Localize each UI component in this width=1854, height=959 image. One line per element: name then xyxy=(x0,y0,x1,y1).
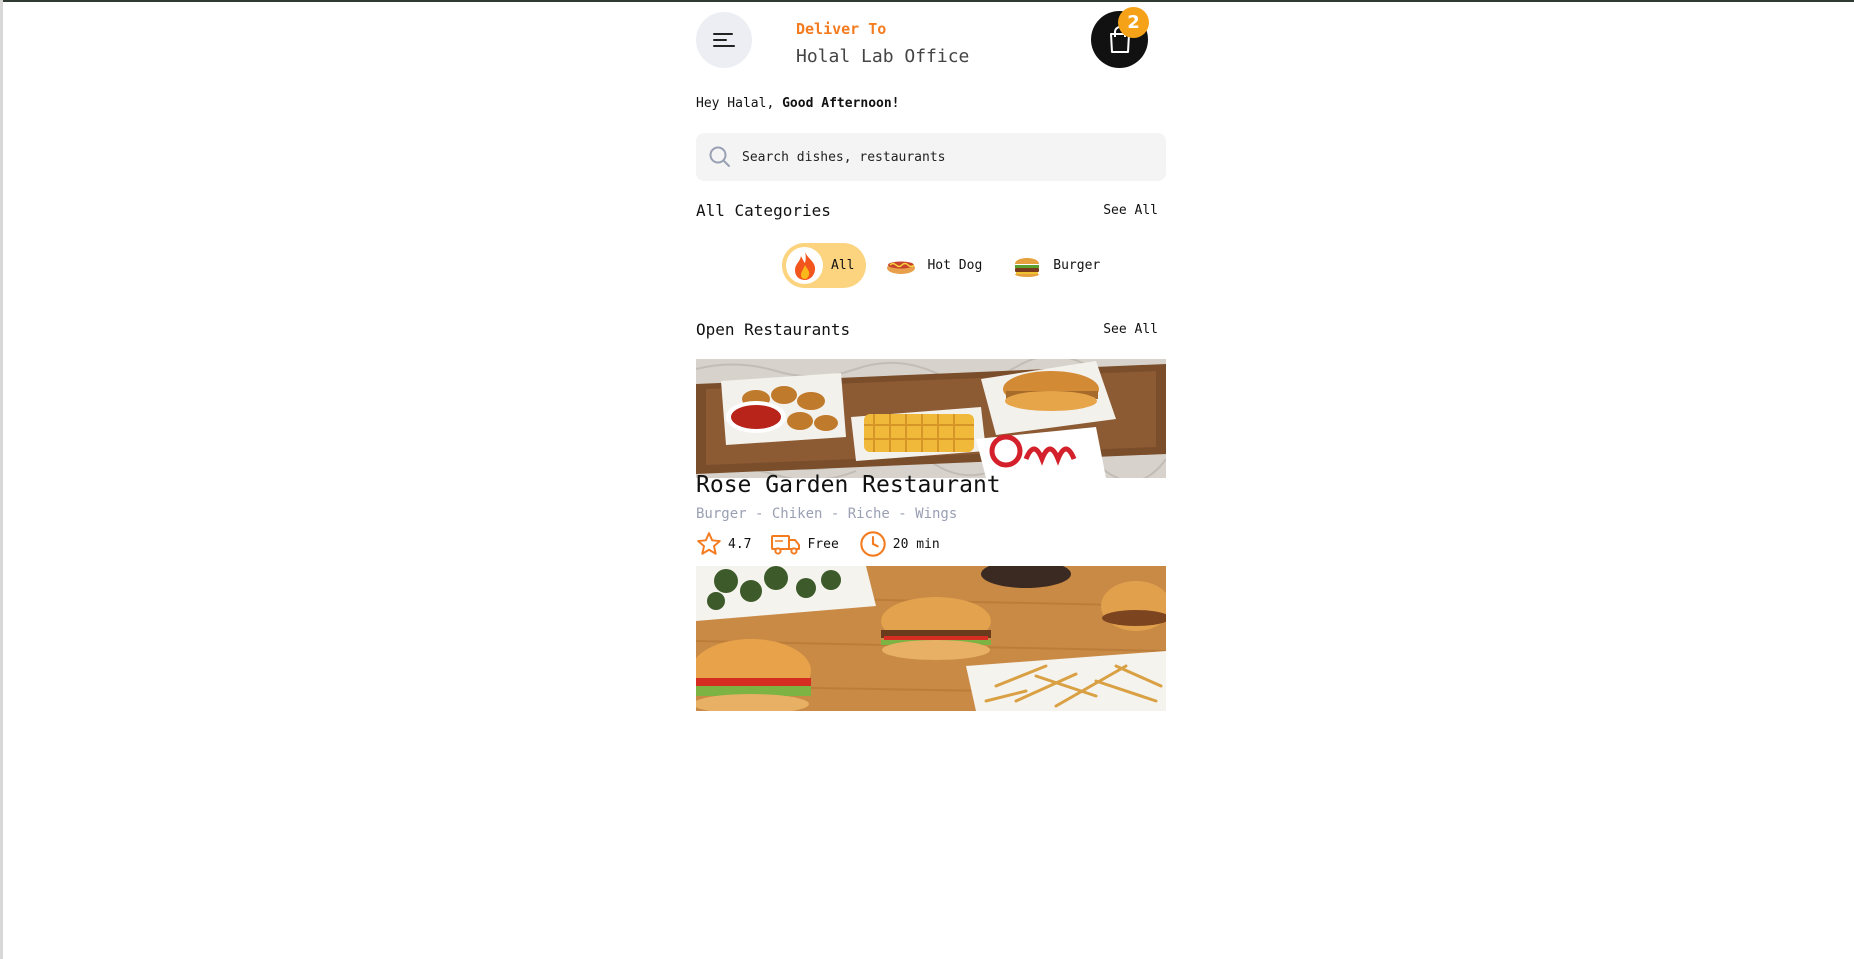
category-list: All Hot Dog Burger xyxy=(782,243,1122,288)
star-icon xyxy=(697,532,721,555)
cart-count-badge: 2 xyxy=(1118,7,1149,38)
deliver-to-label: Deliver To xyxy=(796,20,887,38)
burger-icon xyxy=(1008,247,1045,284)
delivery-truck-icon xyxy=(771,535,801,555)
category-burger[interactable]: Burger xyxy=(1004,243,1110,288)
search-icon xyxy=(709,146,730,167)
menu-icon xyxy=(713,33,735,47)
restaurants-see-all-link[interactable]: See All xyxy=(1103,322,1158,337)
hotdog-icon xyxy=(882,247,919,284)
fire-icon xyxy=(786,247,823,284)
category-label: All xyxy=(831,258,855,273)
greeting: Hey Halal, Good Afternoon! xyxy=(696,96,900,111)
restaurant-tags: Burger - Chiken - Riche - Wings xyxy=(696,506,958,522)
greeting-prefix: Hey Halal, xyxy=(696,96,775,111)
rating: 4.7 xyxy=(696,531,751,557)
restaurant-meta: 4.7 Free 20 min xyxy=(696,530,960,558)
delivery-time: 20 min xyxy=(859,530,940,558)
search-input[interactable] xyxy=(742,149,1142,165)
clock-icon xyxy=(860,531,886,557)
restaurants-title: Open Restaurants xyxy=(696,320,851,339)
restaurant-name[interactable]: Rose Garden Restaurant xyxy=(696,472,1001,498)
window-left-edge xyxy=(0,0,3,959)
categories-see-all-link[interactable]: See All xyxy=(1103,203,1158,218)
delivery-fee: Free xyxy=(771,532,839,556)
category-hot-dog[interactable]: Hot Dog xyxy=(878,243,992,288)
greeting-time: Good Afternoon! xyxy=(782,96,900,111)
delivery-location[interactable]: Holal Lab Office xyxy=(796,46,969,67)
delivery-fee-value: Free xyxy=(807,536,839,552)
category-label: Burger xyxy=(1053,258,1101,273)
rating-value: 4.7 xyxy=(728,536,752,552)
category-label: Hot Dog xyxy=(927,258,983,273)
restaurant-image[interactable] xyxy=(696,359,1166,478)
menu-button[interactable] xyxy=(696,12,752,68)
category-all[interactable]: All xyxy=(782,243,867,288)
delivery-time-value: 20 min xyxy=(892,536,940,552)
restaurant-image[interactable] xyxy=(696,566,1166,711)
categories-title: All Categories xyxy=(696,201,831,220)
window-top-border xyxy=(0,0,1854,2)
search-bar[interactable] xyxy=(696,133,1166,181)
